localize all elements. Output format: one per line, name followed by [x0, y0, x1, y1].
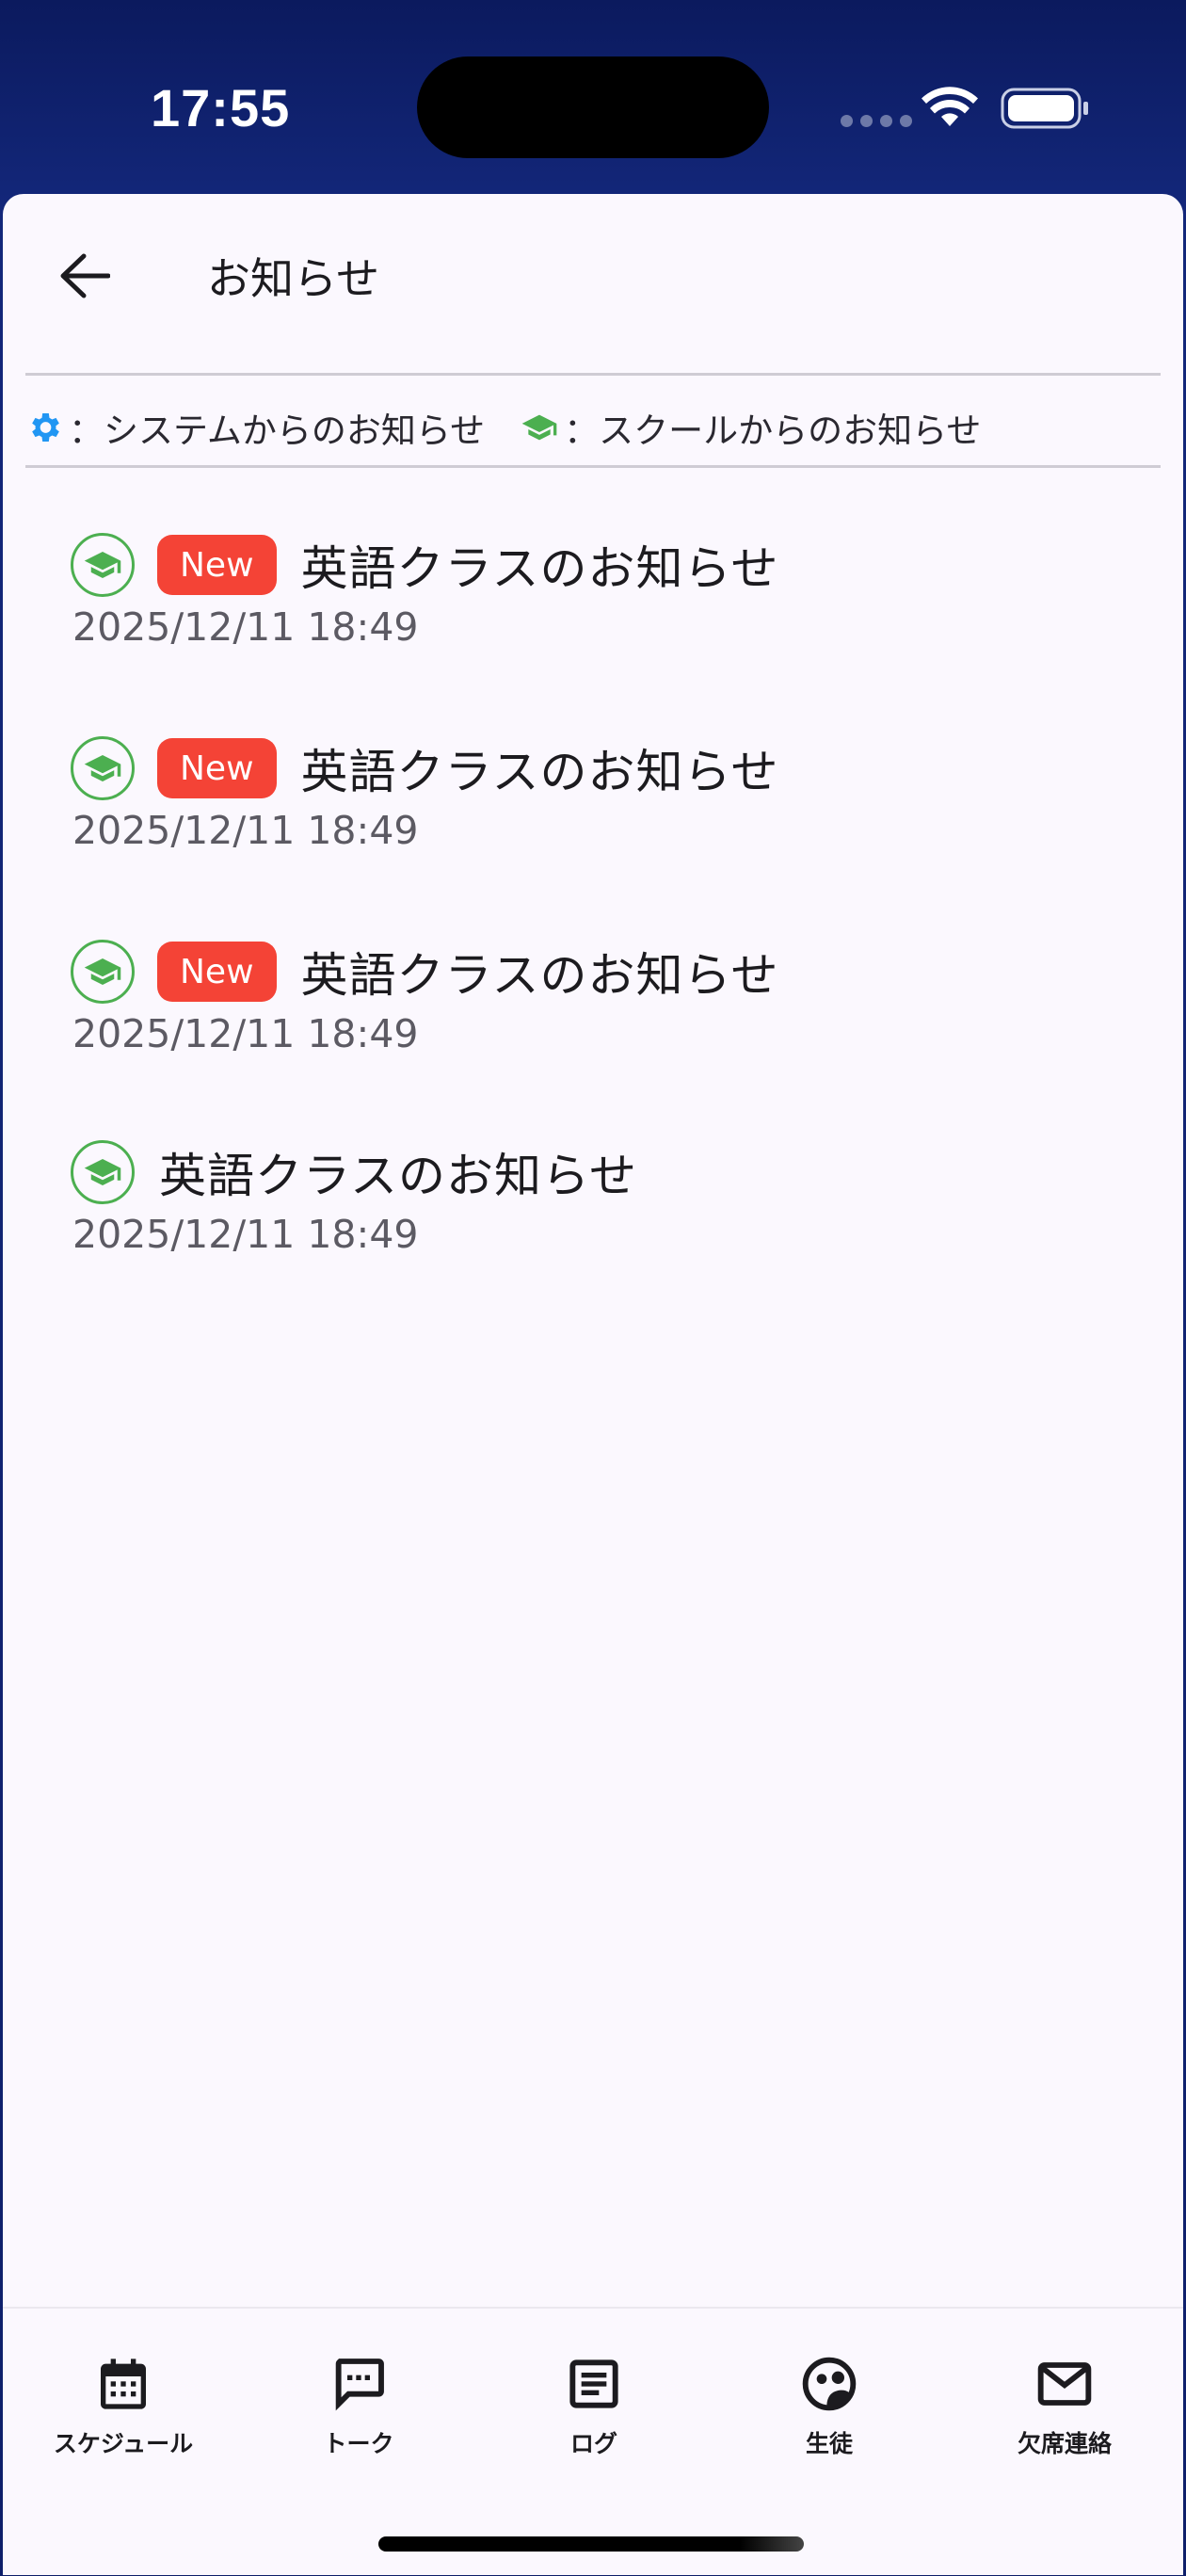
nav-schedule-label: スケジュール: [53, 2430, 194, 2457]
legend-bottom-divider: [25, 465, 1161, 468]
nav-log-label: ログ: [569, 2430, 617, 2457]
wifi-icon: [922, 87, 978, 126]
calendar-icon: [101, 2359, 146, 2409]
graduation-cap-icon: [521, 414, 557, 441]
nav-absence[interactable]: 欠席連絡: [947, 2354, 1182, 2476]
nav-student-label: 生徒: [805, 2430, 853, 2457]
page-title: お知らせ: [207, 253, 380, 304]
nav-schedule[interactable]: スケジュール: [6, 2354, 241, 2476]
battery-icon: [1001, 88, 1088, 129]
legend-school-label: ：スクールからのお知らせ: [564, 411, 982, 451]
notice-date: 2025/12/11 18:49: [72, 808, 419, 853]
notice-item[interactable]: New 英語クラスのお知らせ 2025/12/11 18:49: [71, 531, 1106, 682]
legend-top-divider: [25, 373, 1161, 376]
student-face-icon: [802, 2357, 857, 2411]
notice-date: 2025/12/11 18:49: [72, 1011, 419, 1056]
cellular-signal-icon: [841, 115, 912, 127]
school-notice-icon: [71, 533, 135, 597]
back-button[interactable]: [52, 243, 118, 309]
arrow-back-icon: [60, 253, 110, 298]
school-notice-icon: [71, 1140, 135, 1204]
graduation-cap-icon: [84, 1159, 121, 1185]
nav-student[interactable]: 生徒: [712, 2354, 947, 2476]
graduation-cap-icon: [84, 755, 121, 781]
mail-icon: [1037, 2362, 1092, 2406]
gear-icon: [32, 413, 59, 442]
notice-item[interactable]: New 英語クラスのお知らせ 2025/12/11 18:49: [71, 734, 1106, 885]
graduation-cap-icon: [84, 552, 121, 578]
nav-talk[interactable]: トーク: [241, 2354, 476, 2476]
notice-title: 英語クラスのお知らせ: [300, 745, 779, 799]
notice-item[interactable]: New 英語クラスのお知らせ 2025/12/11 18:49: [71, 938, 1106, 1088]
notifications-sheet: お知らせ ：システムからのお知らせ ：スクールからのお知らせ New 英語クラス…: [3, 194, 1183, 2573]
legend-system-label: ：システムからのお知らせ: [69, 411, 486, 451]
document-icon: [569, 2359, 618, 2408]
nav-log[interactable]: ログ: [476, 2354, 712, 2476]
notice-type-legend: ：システムからのお知らせ ：スクールからのお知らせ: [25, 399, 981, 456]
new-badge: New: [157, 942, 277, 1002]
notice-title: 英語クラスのお知らせ: [159, 1149, 637, 1203]
app-header: お知らせ: [3, 194, 1183, 373]
notice-title: 英語クラスのお知らせ: [300, 948, 779, 1003]
nav-absence-label: 欠席連絡: [1017, 2430, 1112, 2457]
dynamic-island: [417, 56, 769, 158]
notice-item[interactable]: 英語クラスのお知らせ 2025/12/11 18:49: [71, 1138, 1106, 1289]
legend-system: ：システムからのお知らせ: [25, 402, 485, 453]
nav-talk-label: トーク: [323, 2430, 394, 2457]
school-notice-icon: [71, 736, 135, 800]
new-badge: New: [157, 738, 277, 798]
home-indicator[interactable]: [378, 2536, 804, 2552]
notice-date: 2025/12/11 18:49: [72, 604, 419, 650]
notice-date: 2025/12/11 18:49: [72, 1212, 419, 1257]
legend-school: ：スクールからのお知らせ: [521, 402, 981, 453]
status-time: 17:55: [151, 78, 291, 137]
graduation-cap-icon: [84, 958, 121, 985]
chat-bubble-icon: [335, 2359, 384, 2411]
notice-title: 英語クラスのお知らせ: [300, 541, 779, 596]
bottom-navigation: スケジュール トーク ログ 生徒 欠席連絡: [3, 2307, 1183, 2575]
school-notice-icon: [71, 940, 135, 1004]
new-badge: New: [157, 535, 277, 595]
